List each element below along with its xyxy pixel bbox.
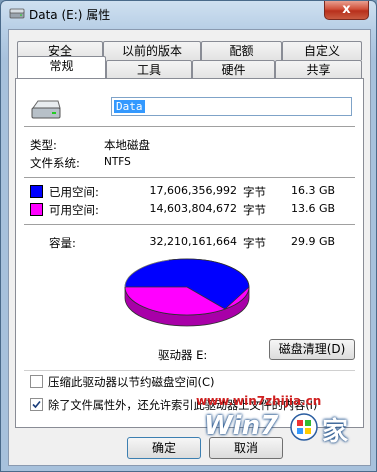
drive-letter-label: 驱动器 E: xyxy=(158,348,208,362)
used-space-swatch xyxy=(30,185,43,198)
drive-icon xyxy=(9,8,25,19)
divider xyxy=(24,224,355,225)
tab-sharing[interactable]: 共享 xyxy=(275,60,362,79)
capacity-unit: 字节 xyxy=(243,236,266,250)
free-space-size: 13.6 GB xyxy=(291,202,336,215)
watermark-url: www.win7zhijia.cn xyxy=(196,394,322,408)
tab-hardware[interactable]: 硬件 xyxy=(192,60,275,79)
disk-cleanup-button[interactable]: 磁盘清理(D) xyxy=(269,339,355,360)
window-title: Data (E:) 属性 xyxy=(29,8,111,22)
properties-window: Data (E:) 属性 x 安全 以前的版本 配额 自定义 常规 工具 硬件 … xyxy=(0,0,377,472)
checkmark-icon xyxy=(32,400,41,409)
filesystem-label: 文件系统: xyxy=(30,156,80,170)
title-bar[interactable]: Data (E:) 属性 x xyxy=(1,1,376,27)
free-space-bytes: 14,603,804,672 xyxy=(149,202,237,215)
free-space-swatch xyxy=(30,203,43,216)
general-tab-panel: Data 类型: 本地磁盘 文件系统: NTFS 已用空间: 17,606,35… xyxy=(15,78,364,428)
used-space-size: 16.3 GB xyxy=(291,184,336,197)
used-space-bytes: 17,606,356,992 xyxy=(149,184,237,197)
tab-general[interactable]: 常规 xyxy=(17,56,106,78)
compress-checkbox[interactable] xyxy=(30,375,43,388)
filesystem-value: NTFS xyxy=(104,156,131,168)
used-space-label: 已用空间: xyxy=(49,185,99,199)
tab-customize[interactable]: 自定义 xyxy=(282,41,362,60)
watermark-logo-win: Win7 xyxy=(204,411,279,441)
free-space-label: 可用空间: xyxy=(49,203,99,217)
type-label: 类型: xyxy=(30,138,57,152)
site-watermark: www.win7zhijia.cn Win7 家 xyxy=(186,389,376,449)
used-space-unit: 字节 xyxy=(243,185,266,199)
free-space-unit: 字节 xyxy=(243,203,266,217)
watermark-logo-home: 家 xyxy=(322,417,349,447)
divider xyxy=(24,126,355,127)
usage-pie-chart xyxy=(124,258,250,327)
type-value: 本地磁盘 xyxy=(104,138,150,152)
tab-previous-versions[interactable]: 以前的版本 xyxy=(103,41,201,60)
capacity-bytes: 32,210,161,664 xyxy=(149,235,237,248)
drive-icon xyxy=(31,100,61,119)
windows-logo-icon xyxy=(290,413,318,441)
capacity-size: 29.9 GB xyxy=(291,235,336,248)
divider xyxy=(24,370,355,371)
index-checkbox[interactable] xyxy=(30,398,43,411)
close-button[interactable]: x xyxy=(324,1,369,20)
drive-name-input[interactable]: Data xyxy=(111,97,352,116)
divider xyxy=(24,177,355,178)
tab-quota[interactable]: 配额 xyxy=(201,41,282,60)
tab-tools[interactable]: 工具 xyxy=(106,60,192,79)
capacity-label: 容量: xyxy=(49,236,76,250)
drive-name-text: Data xyxy=(114,100,145,113)
compress-label: 压缩此驱动器以节约磁盘空间(C) xyxy=(48,375,215,389)
